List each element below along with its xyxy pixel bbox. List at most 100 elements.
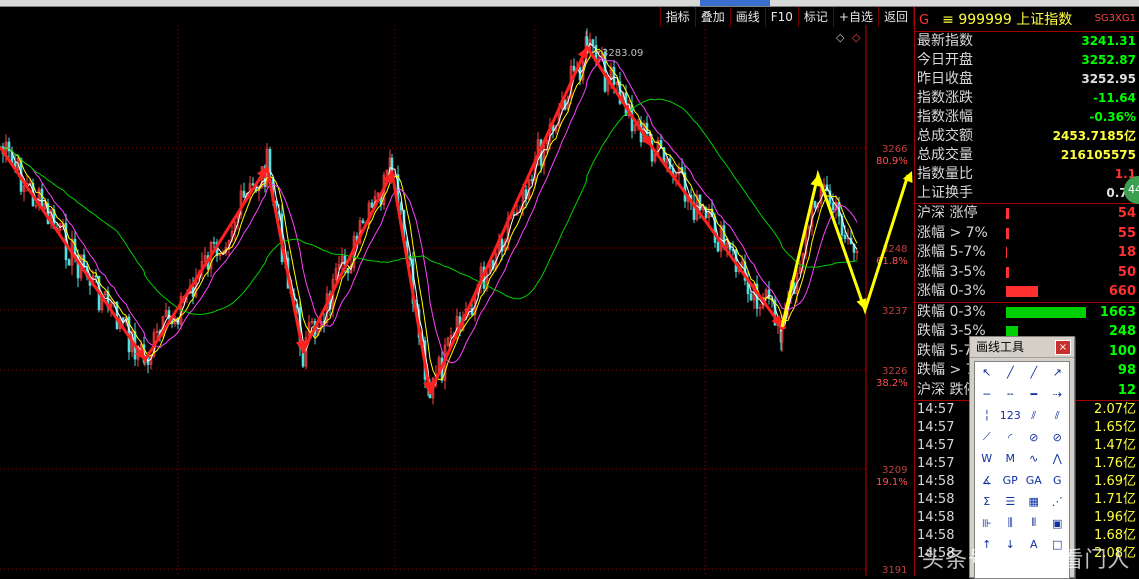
kline-chart-svg[interactable]: 326680.9%324861.8%3237322638.2%320919.1%… bbox=[0, 7, 914, 576]
quote-title: G ≡ 999999 上证指数 SG3XG1 bbox=[915, 7, 1139, 32]
sigma-icon[interactable]: Σ bbox=[975, 491, 999, 513]
distribution-row[interactable]: 沪深 涨停 54 bbox=[915, 204, 1139, 224]
distribution-row[interactable]: 涨幅 3-5% 50 bbox=[915, 263, 1139, 283]
stamp-icon[interactable]: ▣ bbox=[1046, 513, 1070, 535]
quote-flag: G bbox=[919, 13, 930, 28]
quote-info-row: 昨日收盘 3252.95 bbox=[915, 70, 1139, 89]
w-pattern-icon[interactable]: W bbox=[975, 448, 999, 470]
m-pattern-icon[interactable]: M bbox=[999, 448, 1023, 470]
h-line-icon[interactable]: ━ bbox=[1022, 384, 1046, 406]
fib-percent-label: 19.1% bbox=[876, 477, 908, 488]
v-line-icon[interactable]: ╎ bbox=[975, 405, 999, 427]
h-ray-icon[interactable]: ⇢ bbox=[1046, 384, 1070, 406]
distribution-label: 跌幅 0-3% bbox=[917, 303, 986, 320]
toolbar-back-button[interactable]: 返回 bbox=[879, 7, 914, 27]
quote-info-value: -0.36% bbox=[1089, 110, 1136, 124]
distribution-row[interactable]: 涨幅 5-7% 18 bbox=[915, 243, 1139, 263]
quote-info-list: 最新指数 3241.31 今日开盘 3252.87 昨日收盘 3252.95 指数涨跌 -11… bbox=[915, 32, 1139, 203]
forecast-arrowhead bbox=[856, 298, 867, 310]
fan-icon[interactable]: ⟋ bbox=[975, 427, 999, 449]
tick-amount: 1.47亿 bbox=[1094, 438, 1136, 453]
quote-info-row: 指数量比 1.1 bbox=[915, 165, 1139, 184]
toolbar-indicator-button[interactable]: 指标 bbox=[661, 7, 696, 27]
distribution-count: 18 bbox=[1117, 245, 1136, 260]
arc-icon[interactable]: ◜ bbox=[999, 427, 1023, 449]
dot-line-icon[interactable]: ╌ bbox=[999, 384, 1023, 406]
quote-info-row: 上证换手 0.73 bbox=[915, 184, 1139, 203]
candle-body bbox=[212, 242, 216, 244]
distribution-row[interactable]: 涨幅 0-3% 660 bbox=[915, 282, 1139, 302]
toolbar-f10-button[interactable]: F10 bbox=[766, 7, 799, 27]
quote-info-row: 指数涨幅 -0.36% bbox=[915, 108, 1139, 127]
g-icon[interactable]: G bbox=[1046, 470, 1070, 492]
window-top-strip bbox=[0, 0, 1139, 7]
candle-body bbox=[530, 179, 534, 181]
cycle-icon[interactable]: ⊪ bbox=[975, 513, 999, 535]
bars-icon[interactable]: ⫼ bbox=[999, 513, 1023, 535]
quote-info-label: 昨日收盘 bbox=[917, 71, 973, 87]
line-icon[interactable]: ╱ bbox=[999, 362, 1023, 384]
candle-body bbox=[167, 310, 171, 320]
diamond-red-icon[interactable]: ◇ bbox=[852, 31, 860, 44]
drawing-tools-title[interactable]: 画线工具 × bbox=[970, 337, 1074, 358]
watermark: 头条号 / 股市看门人 bbox=[922, 548, 1131, 573]
toolbar-mark-button[interactable]: 标记 bbox=[799, 7, 834, 27]
quote-info-label: 指数涨幅 bbox=[917, 109, 973, 125]
candle-body bbox=[251, 183, 255, 186]
toolbar-overlay-button[interactable]: 叠加 bbox=[696, 7, 731, 27]
distribution-label: 涨幅 5-7% bbox=[917, 244, 986, 260]
candle-body bbox=[749, 293, 753, 301]
tick-amount: 1.69亿 bbox=[1094, 474, 1136, 489]
price-axis-tick-label: 3226 bbox=[882, 366, 907, 377]
distribution-bar bbox=[1006, 266, 1009, 278]
toolbar-draw-button[interactable]: 画线 bbox=[731, 7, 766, 27]
fib-icon[interactable]: ☰ bbox=[999, 491, 1023, 513]
distribution-row[interactable]: 跌幅 0-3% 1663 bbox=[915, 303, 1139, 323]
fib-percent-label: 38.2% bbox=[876, 378, 908, 389]
distribution-bar bbox=[1006, 208, 1009, 219]
close-icon[interactable]: × bbox=[1055, 340, 1071, 355]
label-123-icon[interactable]: 123 bbox=[999, 405, 1023, 427]
tick-amount: 1.65亿 bbox=[1094, 420, 1136, 435]
comb-icon[interactable]: ⦀ bbox=[1022, 513, 1046, 535]
quote-info-label: 总成交量 bbox=[917, 147, 973, 163]
tick-time: 14:57 bbox=[917, 402, 955, 417]
grid-icon[interactable]: ▦ bbox=[1022, 491, 1046, 513]
cursor-icon[interactable]: ↖ bbox=[975, 362, 999, 384]
toolbar-add-watchlist-button[interactable]: +自选 bbox=[834, 7, 879, 27]
distribution-count: 100 bbox=[1108, 343, 1136, 359]
parallel-icon[interactable]: ⫽ bbox=[1022, 405, 1046, 427]
arrow-line-icon[interactable]: ↗ bbox=[1046, 362, 1070, 384]
index-name[interactable]: ≡ 999999 上证指数 bbox=[942, 12, 1072, 28]
quote-info-label: 最新指数 bbox=[917, 33, 973, 49]
ma-long-line bbox=[0, 98, 858, 316]
distribution-bar bbox=[1006, 286, 1038, 297]
quote-info-label: 今日开盘 bbox=[917, 52, 973, 68]
no-entry-icon[interactable]: ⊘ bbox=[1046, 427, 1070, 449]
quote-info-value: 2453.7185亿 bbox=[1052, 129, 1136, 143]
distribution-row[interactable]: 涨幅 > 7% 55 bbox=[915, 224, 1139, 244]
ga-icon[interactable]: GA bbox=[1022, 470, 1046, 492]
active-window-tab[interactable] bbox=[700, 0, 770, 6]
candle-body bbox=[370, 202, 374, 208]
tick-time: 14:58 bbox=[917, 492, 955, 507]
peak-price-label: 3283.09 bbox=[602, 48, 643, 59]
distribution-label: 涨幅 > 7% bbox=[917, 224, 988, 241]
gp-icon[interactable]: GP bbox=[999, 470, 1023, 492]
quote-info-label: 指数涨跌 bbox=[917, 90, 973, 106]
tick-amount: 2.07亿 bbox=[1094, 402, 1136, 417]
wave-icon[interactable]: ∿ bbox=[1022, 448, 1046, 470]
candle-body bbox=[843, 234, 847, 239]
zigzag-icon[interactable]: ⋀ bbox=[1046, 448, 1070, 470]
distribution-count: 98 bbox=[1117, 363, 1136, 378]
channel-icon[interactable]: ⫽ bbox=[1046, 405, 1070, 427]
ray-icon[interactable]: ╱ bbox=[1022, 362, 1046, 384]
gann-icon[interactable]: ∡ bbox=[975, 470, 999, 492]
tick-time: 14:57 bbox=[917, 438, 955, 453]
quote-info-row: 总成交额 2453.7185亿 bbox=[915, 127, 1139, 146]
segment-icon[interactable]: ─ bbox=[975, 384, 999, 406]
speed-icon[interactable]: ⋰ bbox=[1046, 491, 1070, 513]
kline-chart-area[interactable]: 3266 80.9% 3248 61.8% 3237 3226 38.2% 3209 19.1%… bbox=[0, 7, 914, 576]
diamond-icon[interactable]: ◇ bbox=[836, 31, 845, 44]
circle-icon[interactable]: ⊘ bbox=[1022, 427, 1046, 449]
